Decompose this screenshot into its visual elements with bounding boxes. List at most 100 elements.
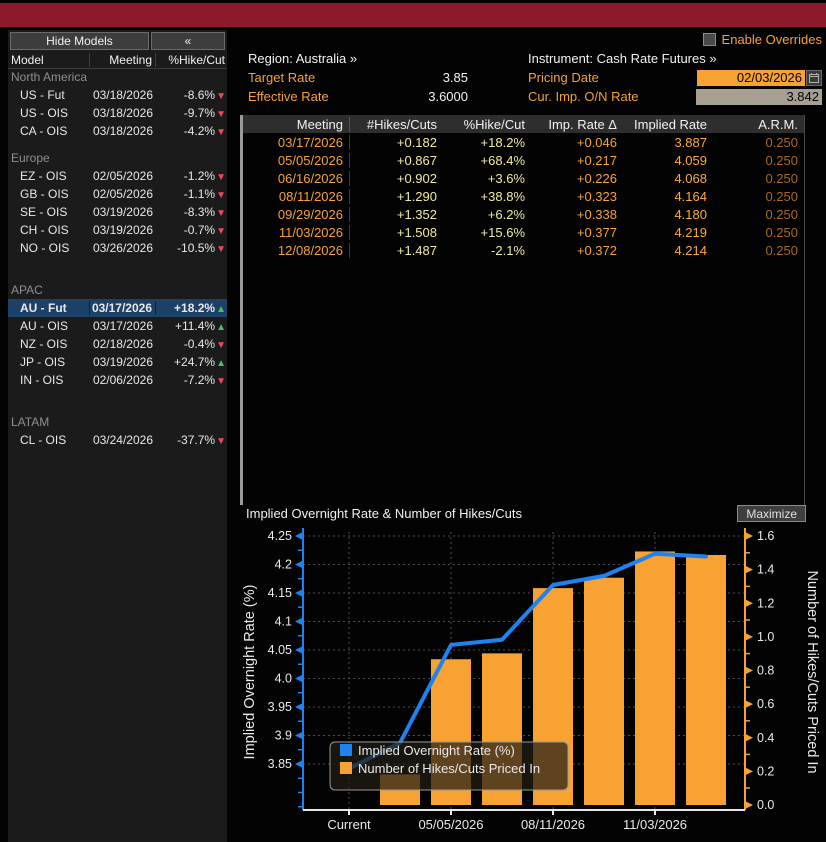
table-row[interactable]: 06/16/2026+0.902+3.6%+0.2264.0680.250 (240, 169, 804, 187)
model-row[interactable]: CH - OIS03/19/2026-0.7%▼ (8, 221, 227, 239)
model-row[interactable]: EZ - OIS02/05/2026-1.2%▼ (8, 167, 227, 185)
group-label: North America (8, 69, 227, 86)
cell-3: +0.226 (531, 171, 623, 186)
group-label: Europe (8, 150, 227, 167)
model-row[interactable]: CL - OIS03/24/2026-37.7%▼ (8, 431, 227, 449)
chart-section: Implied Overnight Rate & Number of Hikes… (240, 505, 826, 842)
down-triangle-icon: ▼ (216, 190, 226, 201)
cur-imp-rate-label: Cur. Imp. O/N Rate (528, 89, 639, 104)
model-name: NO - OIS (8, 241, 90, 255)
svg-text:Current: Current (327, 817, 371, 832)
model-meeting-date: 03/17/2026 (90, 319, 156, 333)
model-name: NZ - OIS (8, 337, 90, 351)
model-row[interactable]: JP - OIS03/19/2026+24.7%▲ (8, 353, 227, 371)
cell-4: 3.887 (623, 135, 713, 150)
cell-1: +0.182 (350, 135, 443, 150)
model-meeting-date: 02/05/2026 (90, 169, 156, 183)
svg-text:0.8: 0.8 (757, 664, 774, 678)
meetings-table-header: Meeting #Hikes/Cuts %Hike/Cut Imp. Rate … (240, 115, 804, 133)
cell-5: 0.250 (713, 243, 804, 258)
svg-text:Implied Overnight Rate (%): Implied Overnight Rate (%) (358, 743, 515, 758)
model-row[interactable]: US - Fut03/18/2026-8.6%▼ (8, 86, 227, 104)
model-name: US - Fut (8, 88, 90, 102)
svg-text:1.2: 1.2 (757, 596, 774, 610)
table-row[interactable]: 09/29/2026+1.352+6.2%+0.3384.1800.250 (240, 205, 804, 223)
model-name: GB - OIS (8, 187, 90, 201)
model-name: EZ - OIS (8, 169, 90, 183)
models-sidebar: Hide Models « Model Meeting %Hike/Cut No… (8, 30, 227, 842)
model-pct: -10.5%▼ (156, 241, 227, 255)
svg-text:Number of Hikes/Cuts Priced In: Number of Hikes/Cuts Priced In (358, 761, 540, 776)
model-row[interactable]: IN - OIS02/06/2026-7.2%▼ (8, 371, 227, 389)
cell-2: +68.4% (443, 153, 531, 168)
cell-3: +0.338 (531, 207, 623, 222)
cell-5: 0.250 (713, 225, 804, 240)
model-pct: -0.7%▼ (156, 223, 227, 237)
svg-text:4.15: 4.15 (268, 586, 292, 600)
col-hikes-cuts: #Hikes/Cuts (350, 117, 443, 132)
cell-5: 0.250 (713, 189, 804, 204)
main-content: Region: Australia » Target Rate 3.85 Eff… (240, 30, 826, 842)
cell-3: +0.377 (531, 225, 623, 240)
cell-0: 03/17/2026 (240, 135, 350, 150)
model-row[interactable]: AU - OIS03/17/2026+11.4%▲ (8, 317, 227, 335)
up-triangle-icon: ▲ (216, 358, 226, 369)
model-name: CH - OIS (8, 223, 90, 237)
collapse-sidebar-button[interactable]: « (151, 32, 225, 50)
table-row[interactable]: 03/17/2026+0.182+18.2%+0.0463.8870.250 (240, 133, 804, 151)
model-meeting-date: 03/18/2026 (90, 124, 156, 138)
model-name: AU - Fut (8, 301, 90, 315)
enable-overrides-label: Enable Overrides (722, 32, 822, 47)
cell-2: +15.6% (443, 225, 531, 240)
model-row[interactable]: SE - OIS03/19/2026-8.3%▼ (8, 203, 227, 221)
svg-text:0.6: 0.6 (757, 697, 774, 711)
instrument-selector[interactable]: Instrument: Cash Rate Futures » (528, 51, 717, 66)
cell-0: 09/29/2026 (240, 207, 350, 222)
meetings-table-body: 03/17/2026+0.182+18.2%+0.0463.8870.25005… (240, 133, 804, 259)
pricing-date-input[interactable] (697, 70, 805, 86)
info-header: Region: Australia » Target Rate 3.85 Eff… (240, 30, 826, 110)
region-selector[interactable]: Region: Australia » (248, 51, 357, 66)
table-scrollbar[interactable] (240, 115, 243, 505)
cell-0: 05/05/2026 (240, 153, 350, 168)
calendar-icon (809, 73, 819, 83)
table-row[interactable]: 11/03/2026+1.508+15.6%+0.3774.2190.250 (240, 223, 804, 241)
models-column-headers: Model Meeting %Hike/Cut (8, 51, 227, 69)
down-triangle-icon: ▼ (216, 244, 226, 255)
cell-1: +1.508 (350, 225, 443, 240)
cell-0: 11/03/2026 (240, 225, 350, 240)
effective-rate-value: 3.6000 (428, 89, 468, 104)
cell-3: +0.046 (531, 135, 623, 150)
hide-models-button[interactable]: Hide Models (10, 32, 149, 50)
up-triangle-icon: ▲ (216, 304, 226, 315)
down-triangle-icon: ▼ (216, 340, 226, 351)
model-row[interactable]: NZ - OIS02/18/2026-0.4%▼ (8, 335, 227, 353)
table-row[interactable]: 08/11/2026+1.290+38.8%+0.3234.1640.250 (240, 187, 804, 205)
up-triangle-icon: ▲ (216, 322, 226, 333)
enable-overrides-checkbox[interactable] (703, 33, 716, 46)
cell-0: 08/11/2026 (240, 189, 350, 204)
cell-2: +38.8% (443, 189, 531, 204)
table-row[interactable]: 05/05/2026+0.867+68.4%+0.2174.0590.250 (240, 151, 804, 169)
col-meeting: Meeting (240, 117, 350, 132)
svg-text:1.0: 1.0 (757, 630, 774, 644)
model-row[interactable]: NO - OIS03/26/2026-10.5%▼ (8, 239, 227, 257)
table-row[interactable]: 12/08/2026+1.487-2.1%+0.3724.2140.250 (240, 241, 804, 259)
pricing-date-label: Pricing Date (528, 70, 599, 85)
column-header-model: Model (8, 53, 90, 67)
model-meeting-date: 03/26/2026 (90, 241, 156, 255)
col-pct-hike-cut: %Hike/Cut (443, 117, 531, 132)
wirp-screen: Hide Models « Model Meeting %Hike/Cut No… (0, 0, 826, 842)
model-list: North AmericaUS - Fut03/18/2026-8.6%▼US … (8, 69, 227, 449)
model-row[interactable]: US - OIS03/18/2026-9.7%▼ (8, 104, 227, 122)
model-row[interactable]: AU - Fut03/17/2026+18.2%▲ (8, 299, 227, 317)
model-name: CA - OIS (8, 124, 90, 138)
model-pct: -8.6%▼ (156, 88, 227, 102)
model-pct: -8.3%▼ (156, 205, 227, 219)
model-row[interactable]: CA - OIS03/18/2026-4.2%▼ (8, 122, 227, 140)
down-triangle-icon: ▼ (216, 208, 226, 219)
model-row[interactable]: GB - OIS02/05/2026-1.1%▼ (8, 185, 227, 203)
calendar-button[interactable] (806, 70, 822, 86)
cell-2: +6.2% (443, 207, 531, 222)
maximize-button[interactable]: Maximize (737, 505, 806, 522)
